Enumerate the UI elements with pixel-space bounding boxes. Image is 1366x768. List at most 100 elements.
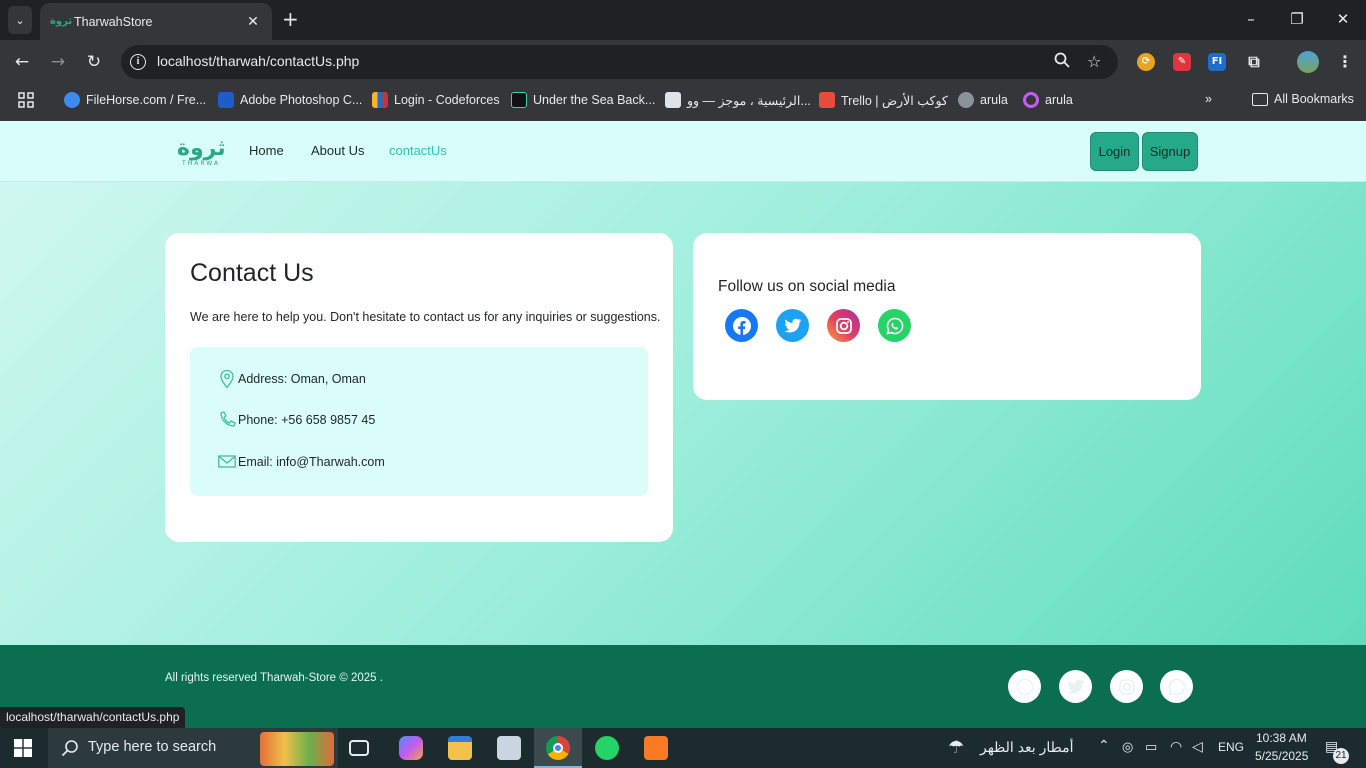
phone-icon <box>220 411 236 427</box>
tab-search-icon[interactable]: ⌄ <box>8 6 32 34</box>
close-window-icon[interactable]: ✕ <box>1320 8 1366 30</box>
filehorse-icon <box>64 92 80 108</box>
tab-close-icon[interactable]: ✕ <box>244 14 262 30</box>
footer-whatsapp-icon[interactable] <box>1160 670 1193 703</box>
menu-kebab-icon[interactable]: ⋮ <box>1336 53 1354 71</box>
contact-title: Contact Us <box>190 259 314 287</box>
bookmark-item[interactable]: Adobe Photoshop C... <box>218 92 362 108</box>
whatsapp-icon[interactable] <box>878 309 911 342</box>
folder-icon <box>1252 92 1268 106</box>
footer-twitter-icon[interactable] <box>1059 670 1092 703</box>
clock-date[interactable]: 5/25/2025 <box>1255 749 1308 763</box>
nav-home-link[interactable]: Home <box>249 143 284 158</box>
status-bar-url: localhost/tharwah/contactUs.php <box>0 707 186 728</box>
tab-favicon-icon: ثروة <box>50 15 73 27</box>
back-icon[interactable]: ← <box>11 51 33 73</box>
wifi-icon[interactable]: ◠ <box>1170 738 1182 755</box>
chrome-taskbar-active[interactable] <box>534 728 582 768</box>
extension-3-icon[interactable]: FI <box>1208 53 1226 71</box>
footer-facebook-icon[interactable] <box>1008 670 1041 703</box>
chrome-icon <box>546 736 570 760</box>
whatsapp-taskbar-icon[interactable] <box>595 736 619 760</box>
login-button[interactable]: Login <box>1090 132 1139 171</box>
instagram-icon[interactable] <box>827 309 860 342</box>
browser-toolbar: ← → ↻ i localhost/tharwah/contactUs.php … <box>0 40 1366 84</box>
bookmark-item[interactable]: Under the Sea Back... <box>511 92 655 108</box>
copilot-icon[interactable] <box>399 736 423 760</box>
bookmark-label: arula <box>1045 93 1073 107</box>
xampp-icon[interactable] <box>644 736 668 760</box>
footer-copyright: All rights reserved Tharwah-Store © 2025… <box>165 672 383 684</box>
bookmark-item[interactable]: Trello | كوكب الأرض <box>819 92 948 108</box>
restore-icon[interactable]: ❐ <box>1274 8 1320 30</box>
nav-about-link[interactable]: About Us <box>311 143 364 158</box>
facebook-icon[interactable] <box>725 309 758 342</box>
address-text: Address: Oman, Oman <box>238 372 366 386</box>
social-title: Follow us on social media <box>718 278 896 295</box>
system-app-icon[interactable] <box>497 736 521 760</box>
extension-2-icon[interactable]: ✎ <box>1173 53 1191 71</box>
email-row: Email: info@Tharwah.com <box>218 452 385 472</box>
bookmark-label: Login - Codeforces <box>394 93 500 107</box>
bookmark-item[interactable]: FileHorse.com / Fre... <box>64 92 206 108</box>
clock-time[interactable]: 10:38 AM <box>1256 731 1307 745</box>
windows-start-icon[interactable] <box>14 739 32 761</box>
forward-icon[interactable]: → <box>47 51 69 73</box>
site-info-icon[interactable]: i <box>130 54 146 70</box>
reload-icon[interactable]: ↻ <box>83 51 105 73</box>
search-icon <box>61 740 78 757</box>
site-footer: All rights reserved Tharwah-Store © 2025… <box>0 645 1366 728</box>
file-explorer-icon[interactable] <box>448 736 472 760</box>
bookmark-item[interactable]: arula <box>958 92 1008 108</box>
bookmark-label: Adobe Photoshop C... <box>240 93 363 107</box>
address-url[interactable]: localhost/tharwah/contactUs.php <box>157 53 359 69</box>
photoshop-icon <box>218 92 234 108</box>
apps-grid-icon[interactable] <box>18 92 34 108</box>
email-text: Email: info@Tharwah.com <box>238 455 385 469</box>
volume-icon[interactable]: ◁ <box>1192 738 1203 755</box>
active-tab[interactable]: ثروة TharwahStore ✕ <box>40 3 272 40</box>
tray-chevron-up-icon[interactable]: ⌃ <box>1098 737 1110 754</box>
all-bookmarks-folder[interactable]: All Bookmarks <box>1252 92 1354 106</box>
bookmark-item[interactable]: الرئيسية ، موجز — وو... <box>665 92 811 108</box>
minimize-icon[interactable]: – <box>1228 8 1274 30</box>
codeforces-icon <box>372 92 388 108</box>
news-icon <box>665 92 681 108</box>
arula-circle-icon <box>1023 92 1039 108</box>
social-card: Follow us on social media <box>693 233 1201 400</box>
bookmarks-bar: FileHorse.com / Fre... Adobe Photoshop C… <box>0 84 1366 121</box>
footer-instagram-icon[interactable] <box>1110 670 1143 703</box>
bookmark-item[interactable]: arula <box>1023 92 1073 108</box>
tab-strip: ⌄ ثروة TharwahStore ✕ + – ❐ ✕ <box>0 0 1366 40</box>
contact-info-box: Address: Oman, Oman Phone: +56 658 9857 … <box>190 347 648 496</box>
bookmark-label: Under the Sea Back... <box>533 93 656 107</box>
site-logo[interactable]: ثروة THARWA <box>177 136 226 172</box>
underthesea-icon <box>511 92 527 108</box>
envelope-icon <box>218 455 236 468</box>
more-bookmarks-icon[interactable]: » <box>1205 92 1212 106</box>
battery-icon[interactable]: ▭ <box>1145 739 1157 755</box>
meet-now-icon[interactable]: ◎ <box>1122 739 1133 755</box>
nav-contact-link[interactable]: contactUs <box>389 143 447 158</box>
signup-button[interactable]: Signup <box>1142 132 1198 171</box>
zoom-search-icon[interactable] <box>1054 52 1070 72</box>
new-tab-icon[interactable]: + <box>282 8 299 30</box>
profile-avatar[interactable] <box>1297 51 1319 73</box>
weather-rain-icon[interactable]: ☂ <box>948 737 964 758</box>
task-view-icon[interactable] <box>349 740 369 756</box>
language-indicator[interactable]: ENG <box>1218 740 1244 754</box>
phone-row: Phone: +56 658 9857 45 <box>218 410 375 430</box>
extension-1-icon[interactable]: ⟳ <box>1137 53 1155 71</box>
bookmark-star-icon[interactable]: ☆ <box>1087 52 1101 71</box>
web-page: ثروة THARWA Home About Us contactUs Logi… <box>0 121 1366 645</box>
taskbar-search[interactable]: Type here to search <box>48 728 338 768</box>
bookmark-item[interactable]: Login - Codeforces <box>372 92 500 108</box>
extensions-puzzle-icon[interactable]: ⧉ <box>1245 53 1263 71</box>
logo-arabic: ثروة <box>177 136 226 161</box>
arula-gear-icon <box>958 92 974 108</box>
search-highlight-image <box>260 732 334 766</box>
trello-icon <box>819 92 835 108</box>
twitter-icon[interactable] <box>776 309 809 342</box>
weather-text[interactable]: أمطار بعد الظهر <box>980 739 1074 756</box>
address-bar[interactable]: i localhost/tharwah/contactUs.php ☆ <box>121 45 1118 79</box>
